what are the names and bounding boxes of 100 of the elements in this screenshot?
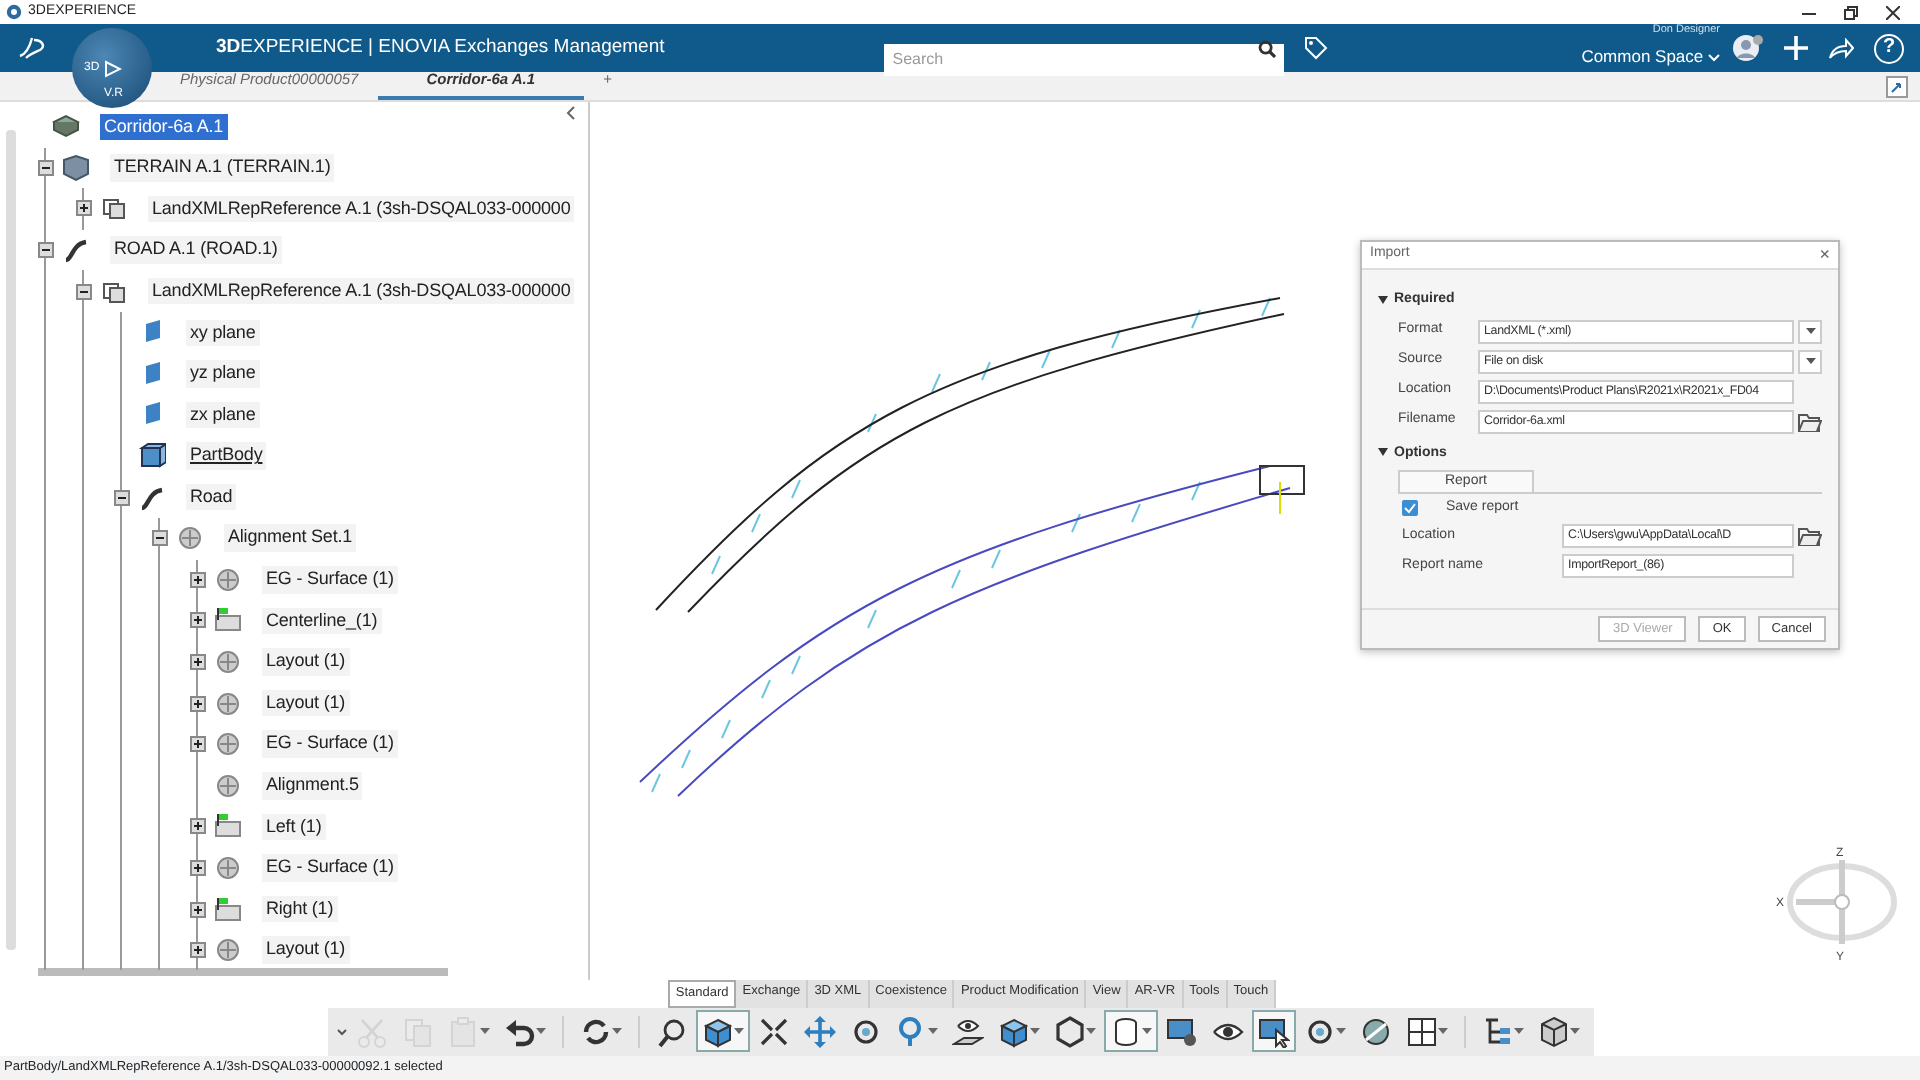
tree-item[interactable]: TERRAIN A.1 (TERRAIN.1) <box>110 154 335 182</box>
part-icon <box>138 442 166 471</box>
scroll-left-icon[interactable] <box>566 106 576 120</box>
tree-item[interactable]: Layout (1) <box>262 648 350 676</box>
expand-icon[interactable] <box>76 200 92 217</box>
caret-down-icon[interactable] <box>1085 1028 1095 1035</box>
shrink-arrows-icon[interactable] <box>757 1015 789 1048</box>
restore-icon[interactable] <box>1844 5 1858 19</box>
help-button[interactable]: ? <box>1874 33 1904 63</box>
curve-part-icon <box>62 236 90 265</box>
tree-item[interactable]: zx plane <box>186 401 260 429</box>
chevron-down-icon <box>1708 53 1720 61</box>
tree-item[interactable]: EG - Surface (1) <box>262 566 398 594</box>
tree-item[interactable]: Left (1) <box>262 813 326 841</box>
cube-icon[interactable] <box>997 1015 1029 1048</box>
caret-down-icon[interactable] <box>535 1028 545 1035</box>
caret-down-icon[interactable] <box>1141 1028 1151 1035</box>
caret-down-icon[interactable] <box>1437 1028 1447 1035</box>
tree-item[interactable]: Alignment.5 <box>262 772 363 800</box>
search-icon[interactable] <box>1258 39 1277 57</box>
tree-item[interactable]: Alignment Set.1 <box>224 524 357 552</box>
expand-icon[interactable] <box>190 901 206 918</box>
pan-arrows-icon[interactable] <box>803 1015 835 1048</box>
collapse-icon[interactable] <box>38 159 54 176</box>
rotate-icon[interactable] <box>849 1015 881 1048</box>
part-icon <box>52 112 80 141</box>
collapse-panel-icon[interactable] <box>1886 76 1908 98</box>
checkmark-icon <box>1402 500 1418 517</box>
tree-item[interactable]: yz plane <box>186 360 260 388</box>
tree-item[interactable]: xy plane <box>186 319 260 347</box>
collapse-icon[interactable] <box>38 242 54 259</box>
caret-down-icon <box>1805 328 1815 334</box>
tree-item[interactable]: LandXMLRepReference A.1 (3sh-DSQAL033-000000 <box>148 195 575 223</box>
folder-icon[interactable] <box>1798 526 1822 546</box>
expand-icon[interactable] <box>190 736 206 753</box>
tree-item[interactable]: Centerline_(1) <box>262 607 382 635</box>
tree-item[interactable]: Layout (1) <box>262 936 350 964</box>
expand-icon[interactable] <box>190 859 206 876</box>
caret-down-icon[interactable] <box>927 1028 937 1035</box>
cylinder-icon[interactable] <box>1109 1015 1141 1048</box>
cursor-on-screen-icon[interactable] <box>1257 1015 1289 1048</box>
dropdown-caret-button[interactable] <box>1798 349 1822 373</box>
rotate-icon[interactable] <box>1303 1015 1335 1048</box>
tree-item[interactable]: ROAD A.1 (ROAD.1) <box>110 236 282 264</box>
tag-icon[interactable] <box>1304 36 1329 60</box>
checkbox[interactable] <box>1402 500 1418 516</box>
folder-icon[interactable] <box>1798 411 1822 431</box>
grid-icon[interactable] <box>1405 1015 1437 1048</box>
search-field[interactable]: Search <box>884 43 1285 75</box>
app-brand: 3DEXPERIENCE | ENOVIA Exchanges Management <box>216 33 665 62</box>
caret-down-icon[interactable] <box>1335 1028 1345 1035</box>
collapse-icon[interactable] <box>152 530 168 547</box>
caret-down-icon[interactable] <box>1513 1028 1523 1035</box>
tree-item[interactable]: PartBody <box>186 442 267 470</box>
cube-icon[interactable] <box>701 1015 733 1048</box>
hexagon-icon[interactable] <box>1053 1015 1085 1048</box>
curve-part-icon <box>138 483 166 512</box>
screen-gear-icon[interactable] <box>1165 1015 1197 1048</box>
tree-item[interactable]: EG - Surface (1) <box>262 854 398 882</box>
caret-down-icon[interactable] <box>1569 1028 1579 1035</box>
caret-down-icon <box>1805 358 1815 364</box>
triangle-down-icon[interactable] <box>1378 295 1388 306</box>
flag-part-icon <box>214 812 242 841</box>
plus-icon[interactable] <box>1784 36 1808 60</box>
expand-icon[interactable] <box>190 612 206 629</box>
tree-item[interactable]: LandXMLRepReference A.1 (3sh-DSQAL033-000000 <box>148 277 575 305</box>
box-icon[interactable] <box>1537 1015 1569 1048</box>
flag-part-icon <box>214 606 242 635</box>
tree-item[interactable]: Right (1) <box>262 895 338 923</box>
expand-icon[interactable] <box>190 695 206 712</box>
dropdown-caret-button[interactable] <box>1798 319 1822 343</box>
triangle-down-icon[interactable] <box>1378 448 1388 459</box>
caret-down-icon[interactable] <box>733 1028 743 1035</box>
play-icon[interactable] <box>103 59 121 77</box>
expand-icon[interactable] <box>190 942 206 959</box>
cycle-arrows-icon[interactable] <box>579 1015 611 1048</box>
eye-on-plane-icon[interactable] <box>951 1015 983 1048</box>
close-icon[interactable] <box>1886 5 1900 19</box>
share-icon[interactable] <box>1828 37 1854 59</box>
close-button[interactable]: × <box>1819 241 1830 269</box>
collapse-icon[interactable] <box>114 489 130 506</box>
tree-item[interactable]: Layout (1) <box>262 689 350 717</box>
tree-structure-icon[interactable] <box>1481 1015 1513 1048</box>
expand-icon[interactable] <box>190 654 206 671</box>
scrollbar[interactable] <box>38 968 448 976</box>
collapse-icon[interactable] <box>76 283 92 300</box>
part-icon <box>62 153 90 182</box>
caret-down-icon[interactable] <box>611 1028 621 1035</box>
tree-item[interactable]: Corridor-6a A.1 <box>100 113 228 141</box>
avatar-icon[interactable] <box>1732 34 1764 62</box>
tree-item[interactable]: Road <box>186 483 237 511</box>
expand-icon[interactable] <box>190 571 206 588</box>
caret-down-icon[interactable] <box>1029 1028 1039 1035</box>
scrollbar[interactable] <box>6 130 16 950</box>
tree-item[interactable]: EG - Surface (1) <box>262 730 398 758</box>
undo-icon[interactable] <box>503 1015 535 1048</box>
flag-part-icon <box>214 895 242 924</box>
document-part-icon <box>100 277 128 306</box>
space-selector[interactable]: Common Space <box>1581 45 1720 66</box>
expand-icon[interactable] <box>190 818 206 835</box>
